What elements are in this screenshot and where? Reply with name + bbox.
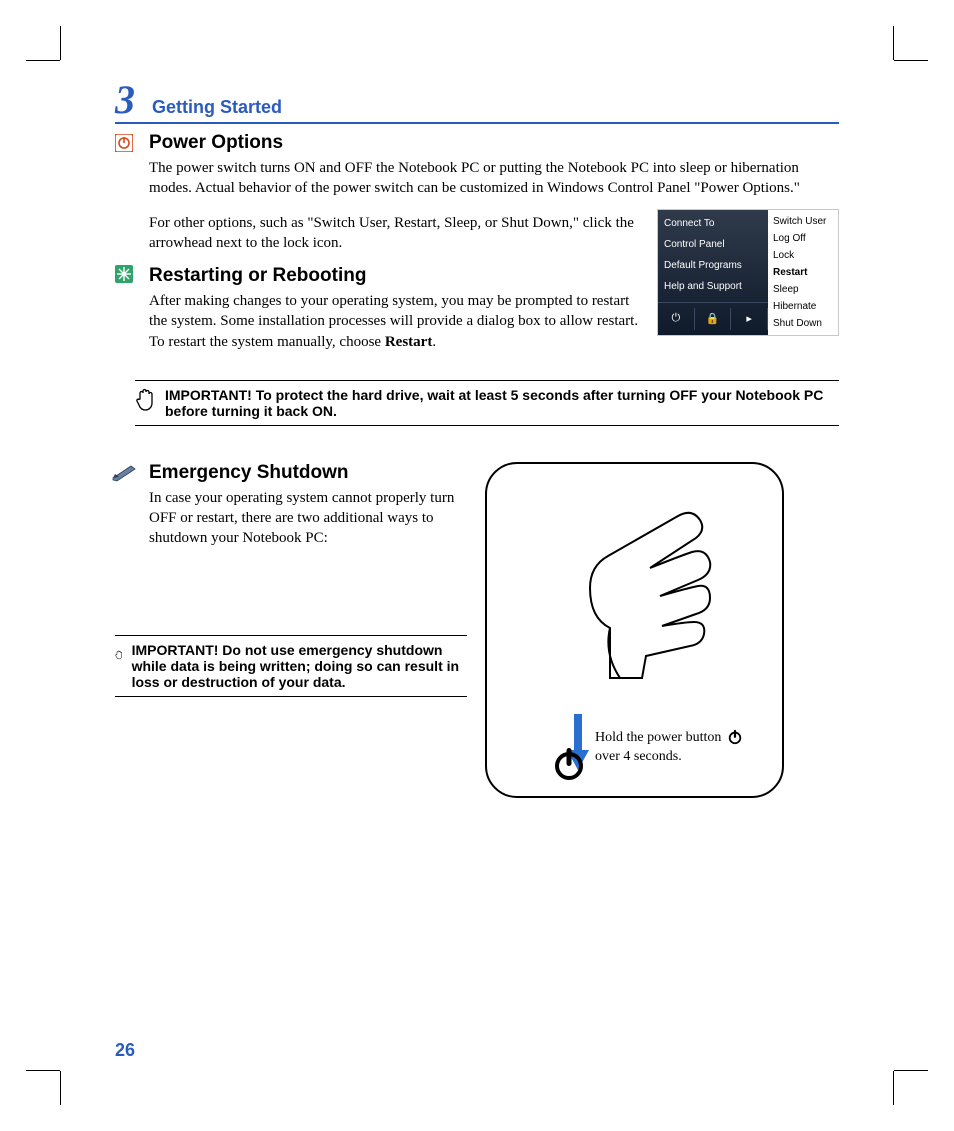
text-restart-p1: After making changes to your operating s… (149, 291, 643, 352)
start-menu-buttons: ⏻ 🔒 ▸ (658, 302, 768, 335)
menu-item: Help and Support (664, 276, 762, 297)
chapter-number: 3 (115, 80, 134, 120)
power-icon: ⏻ (658, 308, 695, 330)
power-button-icon (551, 746, 587, 782)
text-emergency-p1: In case your operating system cannot pro… (149, 488, 467, 549)
menu-item: Connect To (664, 213, 762, 234)
chapter-header: 3 Getting Started (115, 80, 839, 124)
illustration-caption: Hold the power button over 4 seconds. (595, 729, 743, 765)
heading-emergency: Emergency Shutdown (149, 462, 467, 484)
menu-item: Lock (773, 247, 833, 264)
power-icon (727, 729, 743, 745)
chevron-right-icon: ▸ (731, 308, 768, 330)
menu-item: Control Panel (664, 234, 762, 255)
hand-illustration (550, 478, 720, 698)
menu-item-restart: Restart (773, 264, 833, 281)
page-number: 26 (115, 1040, 135, 1061)
text-power-p2: For other options, such as "Switch User,… (149, 213, 643, 254)
menu-item: Hibernate (773, 298, 833, 315)
menu-item: Default Programs (664, 255, 762, 276)
important-text-2: IMPORTANT! Do not use emergency shutdown… (132, 642, 467, 690)
heading-restart: Restarting or Rebooting (149, 265, 643, 287)
heading-power-options: Power Options (149, 132, 839, 154)
illustration-hold-power: Hold the power button over 4 seconds. (485, 462, 784, 798)
chapter-title: Getting Started (152, 97, 282, 118)
menu-item: Shut Down (773, 315, 833, 332)
menu-item: Log Off (773, 230, 833, 247)
lock-icon: 🔒 (695, 308, 732, 330)
hand-stop-icon (115, 642, 124, 668)
menu-item: Sleep (773, 281, 833, 298)
restart-icon (115, 265, 133, 283)
important-text-1: IMPORTANT! To protect the hard drive, wa… (165, 387, 839, 419)
start-menu-right: Switch User Log Off Lock Restart Sleep H… (768, 210, 838, 335)
start-menu-left: Connect To Control Panel Default Program… (658, 210, 768, 335)
section-power-options: Power Options The power switch turns ON … (115, 132, 839, 362)
page-content: 3 Getting Started Power Options The powe… (115, 80, 839, 1061)
text-power-p1: The power switch turns ON and OFF the No… (149, 158, 839, 199)
important-callout-2: IMPORTANT! Do not use emergency shutdown… (115, 635, 467, 697)
important-callout-1: IMPORTANT! To protect the hard drive, wa… (135, 380, 839, 426)
start-menu-screenshot: Connect To Control Panel Default Program… (657, 209, 839, 336)
menu-item: Switch User (773, 213, 833, 230)
section-emergency-shutdown: Emergency Shutdown In case your operatin… (115, 462, 839, 798)
hand-stop-icon (135, 387, 157, 413)
note-icon (111, 462, 137, 482)
power-icon (115, 134, 133, 152)
